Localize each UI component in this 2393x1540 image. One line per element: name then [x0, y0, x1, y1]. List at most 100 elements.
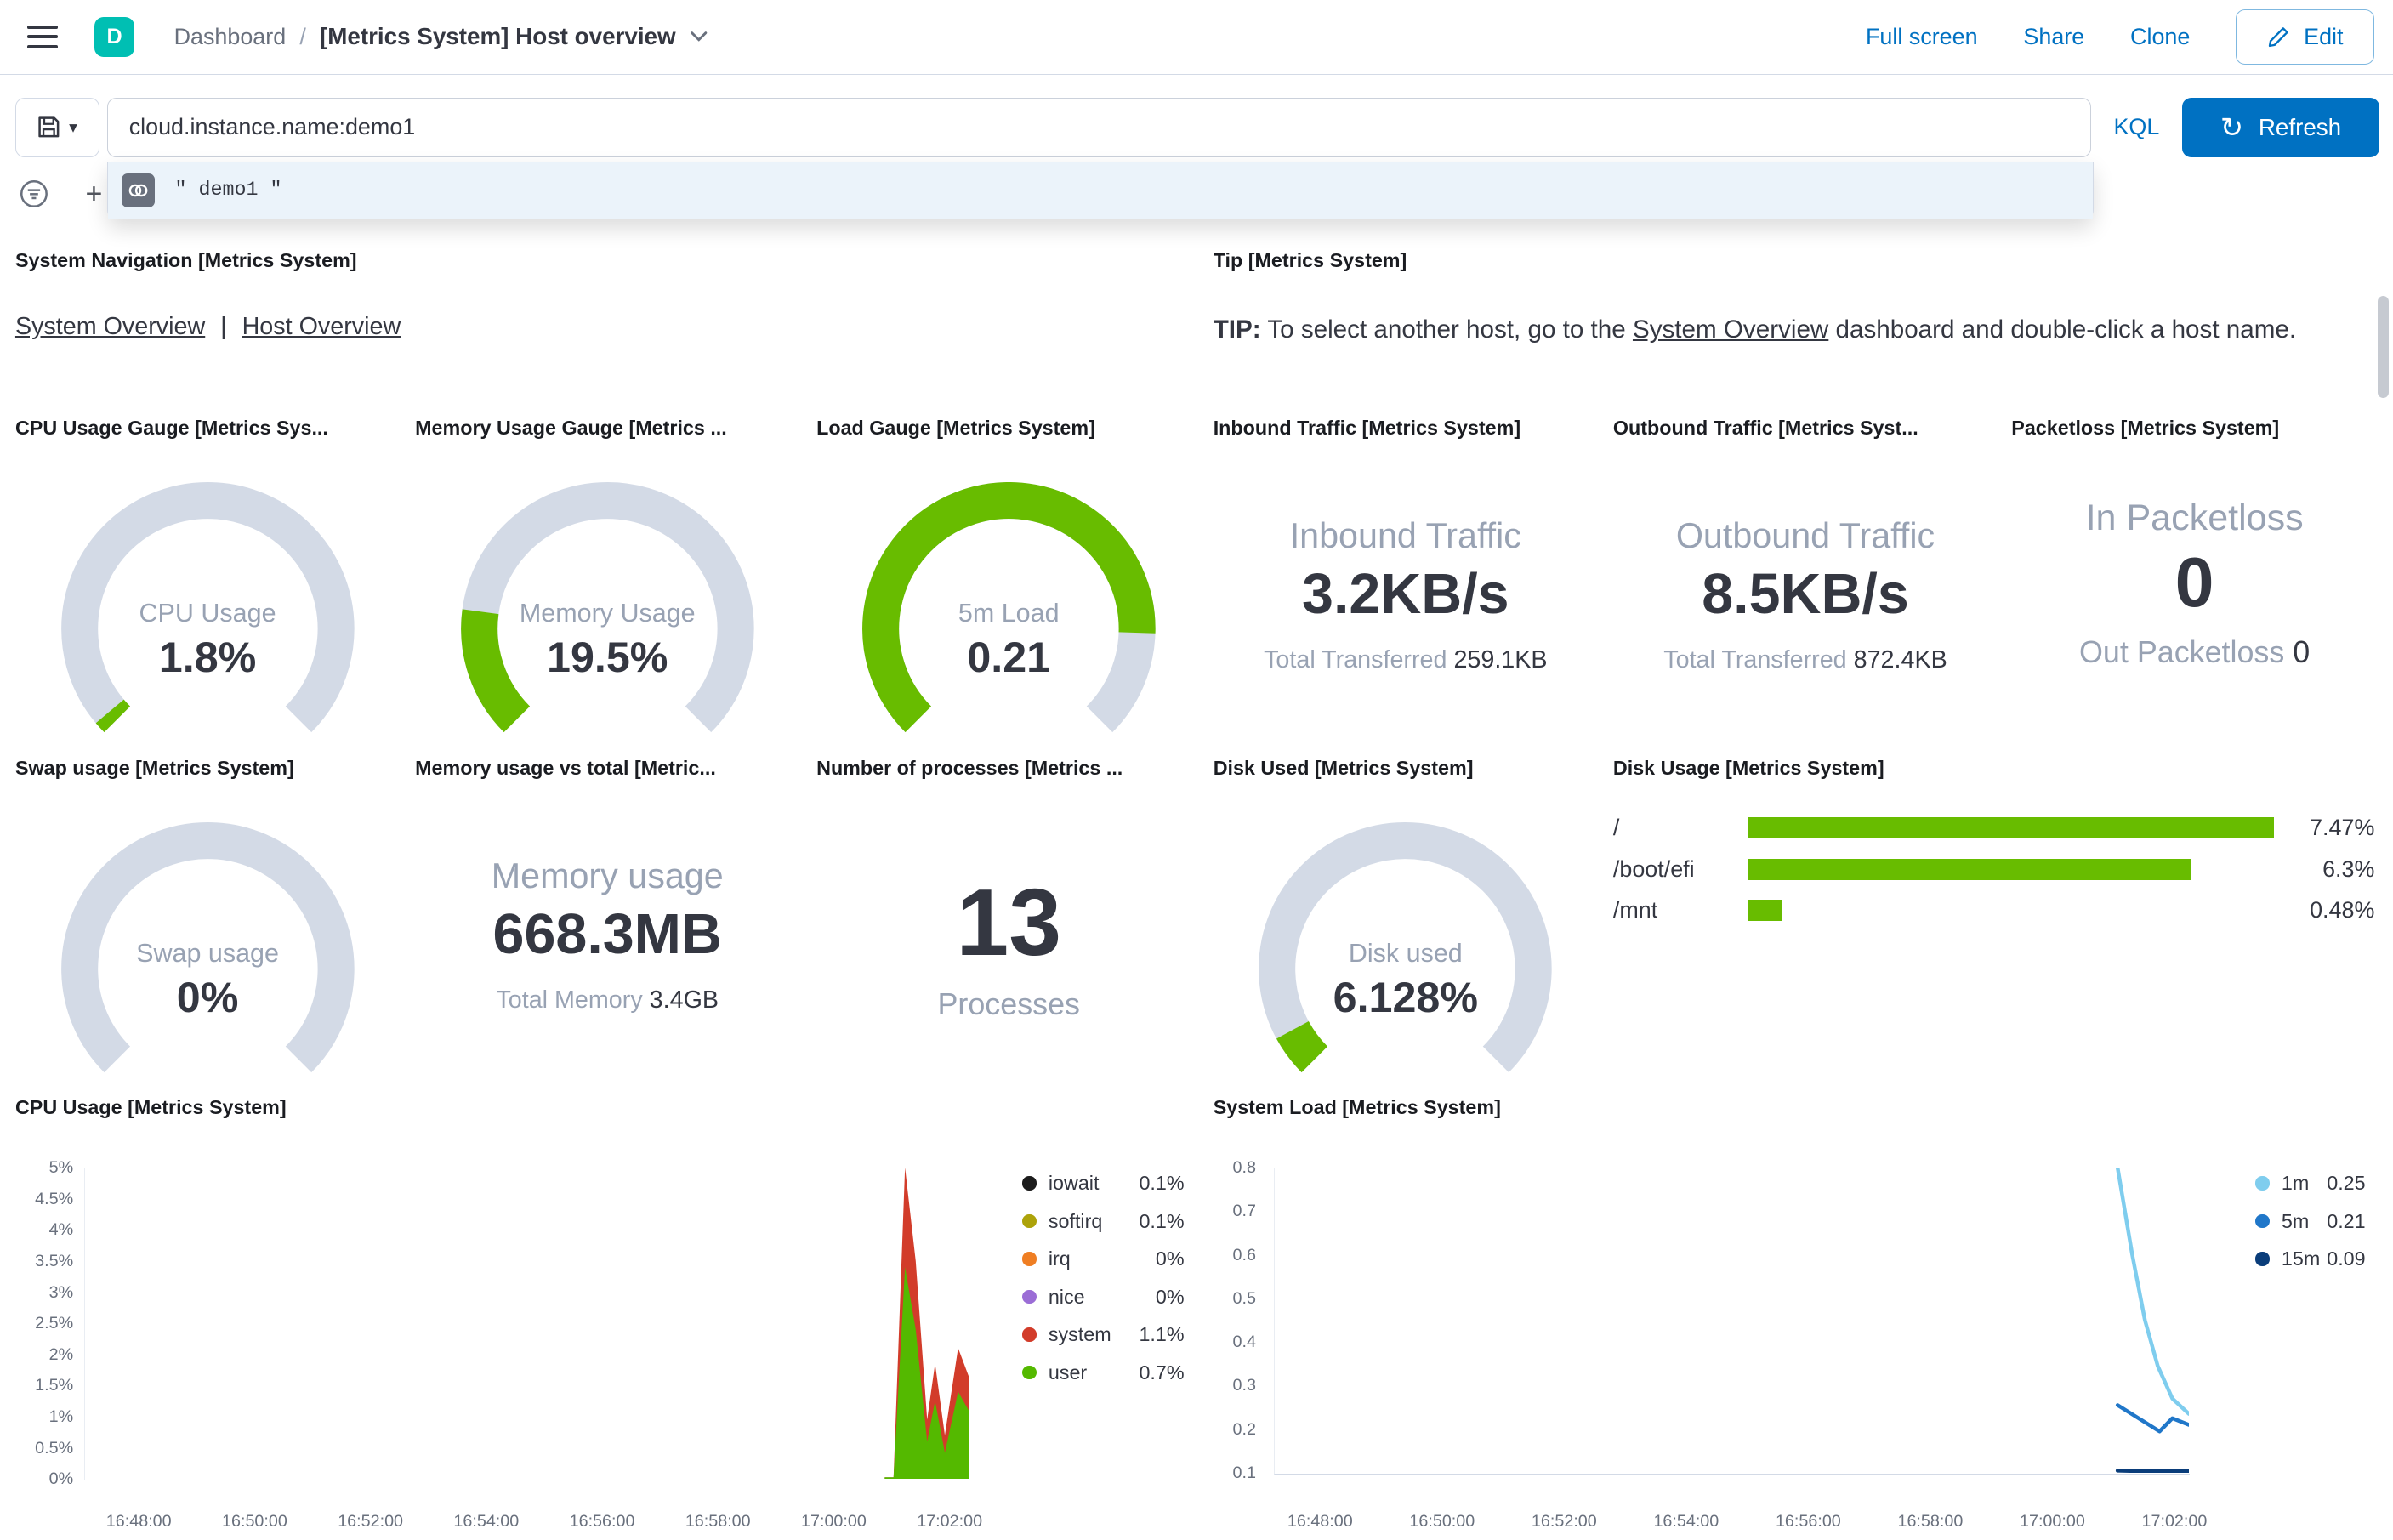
chevron-down-icon[interactable] — [690, 31, 708, 43]
legend-item[interactable]: 5m 0.21 — [2255, 1202, 2366, 1241]
legend-item[interactable]: system 1.1% — [1022, 1316, 1185, 1354]
legend-color-dot — [1022, 1252, 1037, 1266]
panel-title[interactable]: Disk Used [Metrics System] — [1214, 757, 1598, 780]
panel-title[interactable]: Number of processes [Metrics ... — [816, 757, 1201, 780]
legend-item[interactable]: iowait 0.1% — [1022, 1164, 1185, 1202]
legend-item[interactable]: nice 0% — [1022, 1278, 1185, 1316]
panel-disk-usage: Disk Usage [Metrics System] / 7.47% /boot/… — [1613, 757, 2375, 1080]
gauge-label: CPU Usage — [139, 598, 276, 628]
disk-usage-bar-track — [1747, 899, 2274, 922]
tip-after: dashboard and double-click a host name. — [1828, 315, 2297, 344]
panel-title[interactable]: CPU Usage [Metrics System] — [15, 1096, 1206, 1119]
load-gauge: 5m Load 0.21 — [841, 482, 1177, 742]
panel-title[interactable]: Swap usage [Metrics System] — [15, 757, 400, 780]
metric-sub-label: Out Packetloss — [2079, 635, 2285, 670]
panel-number-of-processes: Number of processes [Metrics ... 13 Proc… — [816, 757, 1201, 1080]
disk-usage-value: 6.3% — [2322, 855, 2375, 882]
space-avatar[interactable]: D — [94, 17, 134, 57]
query-bar: ▾ KQL ↻ Refresh — [14, 97, 2379, 157]
y-axis-tick: 0.4 — [1232, 1333, 1256, 1352]
legend-label: 1m — [2281, 1172, 2310, 1195]
metric-sub: Out Packetloss 0 — [2011, 635, 2378, 670]
saved-query-menu-button[interactable]: ▾ — [14, 97, 99, 157]
menu-icon[interactable] — [27, 26, 59, 48]
panel-title[interactable]: Load Gauge [Metrics System] — [816, 417, 1201, 440]
panel-title[interactable]: Packetloss [Metrics System] — [2011, 417, 2378, 440]
x-axis-tick: 16:54:00 — [453, 1512, 520, 1531]
panel-title[interactable]: Memory usage vs total [Metric... — [415, 757, 799, 780]
host-overview-link[interactable]: Host Overview — [242, 313, 401, 340]
tip-text: TIP: To select another host, go to the S… — [1214, 310, 2346, 350]
panel-inbound-traffic: Inbound Traffic [Metrics System] Inbound… — [1214, 417, 1598, 740]
refresh-button-label: Refresh — [2258, 113, 2342, 140]
legend-value: 0% — [1155, 1247, 1185, 1270]
panel-outbound-traffic: Outbound Traffic [Metrics Syst... Outbou… — [1613, 417, 1998, 740]
nav-actions: Full screen Share Clone Edit — [1866, 9, 2375, 65]
panel-title[interactable]: Memory Usage Gauge [Metrics ... — [415, 417, 799, 440]
clone-link[interactable]: Clone — [2130, 24, 2190, 50]
panel-title[interactable]: Outbound Traffic [Metrics Syst... — [1613, 417, 1998, 440]
legend-value: 0% — [1155, 1285, 1185, 1308]
panel-title[interactable]: System Navigation [Metrics System] — [15, 249, 1191, 272]
filter-menu-icon[interactable] — [19, 179, 49, 209]
legend-item[interactable]: softirq 0.1% — [1022, 1202, 1185, 1241]
cpu-usage-area-chart[interactable] — [83, 1167, 969, 1480]
add-filter-button[interactable]: + — [85, 179, 102, 208]
swap-usage-gauge: Swap usage 0% — [40, 822, 376, 1082]
y-axis-tick: 2% — [48, 1344, 74, 1364]
inbound-traffic-metric: Inbound Traffic 3.2KB/s Total Transferre… — [1214, 516, 1598, 675]
panel-system-load-chart: System Load [Metrics System] 0.8 0.7 0.6 0.… — [1214, 1096, 2378, 1540]
x-axis-tick: 16:52:00 — [338, 1512, 404, 1531]
processes-metric: 13 Processes — [816, 873, 1201, 1022]
page-title: [Metrics System] Host overview — [319, 23, 676, 50]
panel-title[interactable]: System Load [Metrics System] — [1214, 1096, 2378, 1119]
panel-swap-usage-gauge: Swap usage [Metrics System] Swap usage 0% — [15, 757, 400, 1080]
edit-button[interactable]: Edit — [2236, 9, 2375, 65]
tip-system-overview-link[interactable]: System Overview — [1633, 315, 1828, 344]
gauge-label: Memory Usage — [519, 598, 696, 628]
query-input[interactable] — [106, 97, 2091, 157]
y-axis-tick: 1.5% — [35, 1376, 74, 1395]
share-link[interactable]: Share — [2023, 24, 2084, 50]
kql-language-button[interactable]: KQL — [2091, 114, 2183, 140]
legend-item[interactable]: 15m 0.09 — [2255, 1240, 2366, 1278]
x-axis-tick: 16:54:00 — [1653, 1512, 1719, 1531]
legend-value: 0.25 — [2327, 1172, 2366, 1195]
metric-sub: Total Transferred 259.1KB — [1214, 646, 1598, 674]
query-suggestion-item[interactable]: " demo1 " — [107, 162, 2094, 219]
panel-title[interactable]: Tip [Metrics System] — [1214, 249, 2366, 272]
vertical-scrollbar[interactable] — [2378, 296, 2389, 399]
metric-sub-value: 259.1KB — [1453, 646, 1548, 674]
metric-value: 3.2KB/s — [1302, 562, 1509, 626]
line-chart-svg — [2116, 1165, 2191, 1474]
panel-title[interactable]: Inbound Traffic [Metrics System] — [1214, 417, 1598, 440]
legend-item[interactable]: irq 0% — [1022, 1240, 1185, 1278]
disk-usage-bar — [1747, 858, 2191, 880]
system-overview-link[interactable]: System Overview — [15, 313, 205, 340]
x-axis: 16:48:00 16:50:00 16:52:00 16:54:00 16:56:00… — [1274, 1512, 2207, 1533]
legend-value: 0.7% — [1139, 1361, 1185, 1384]
metric-label: Inbound Traffic — [1289, 515, 1521, 555]
legend-item[interactable]: user 0.7% — [1022, 1354, 1185, 1392]
x-axis-tick: 16:48:00 — [1287, 1512, 1353, 1531]
legend-item[interactable]: 1m 0.25 — [2255, 1164, 2366, 1202]
area-chart-svg — [884, 1167, 969, 1479]
legend-label: irq — [1048, 1247, 1071, 1270]
y-axis-tick: 2.5% — [35, 1314, 74, 1333]
y-axis: 5% 4.5% 4% 3.5% 3% 2.5% 2% 1.5% 1% 0.5% 0% — [15, 1158, 74, 1488]
metric-sub-label: Total Transferred — [1264, 646, 1447, 674]
panel-title[interactable]: CPU Usage Gauge [Metrics Sys... — [15, 417, 400, 440]
panel-title[interactable]: Disk Usage [Metrics System] — [1613, 757, 2375, 780]
system-load-line-chart[interactable] — [1274, 1165, 2191, 1475]
chart-legend: 1m 0.25 5m 0.21 15m 0.09 — [2255, 1164, 2366, 1278]
metric-sub-value: 0 — [2293, 635, 2311, 670]
panel-tip: Tip [Metrics System] TIP: To select anot… — [1214, 249, 2366, 395]
refresh-button[interactable]: ↻ Refresh — [2182, 97, 2379, 157]
full-screen-link[interactable]: Full screen — [1866, 24, 1978, 50]
panel-cpu-usage-gauge: CPU Usage Gauge [Metrics Sys... CPU Usag… — [15, 417, 400, 740]
panel-disk-used-gauge: Disk Used [Metrics System] Disk used 6.12… — [1214, 757, 1598, 1080]
x-axis-tick: 16:56:00 — [569, 1512, 635, 1531]
breadcrumb-dashboard[interactable]: Dashboard — [174, 24, 287, 50]
filter-bar: + — [19, 179, 102, 209]
disk-usage-bar-track — [1747, 858, 2274, 880]
